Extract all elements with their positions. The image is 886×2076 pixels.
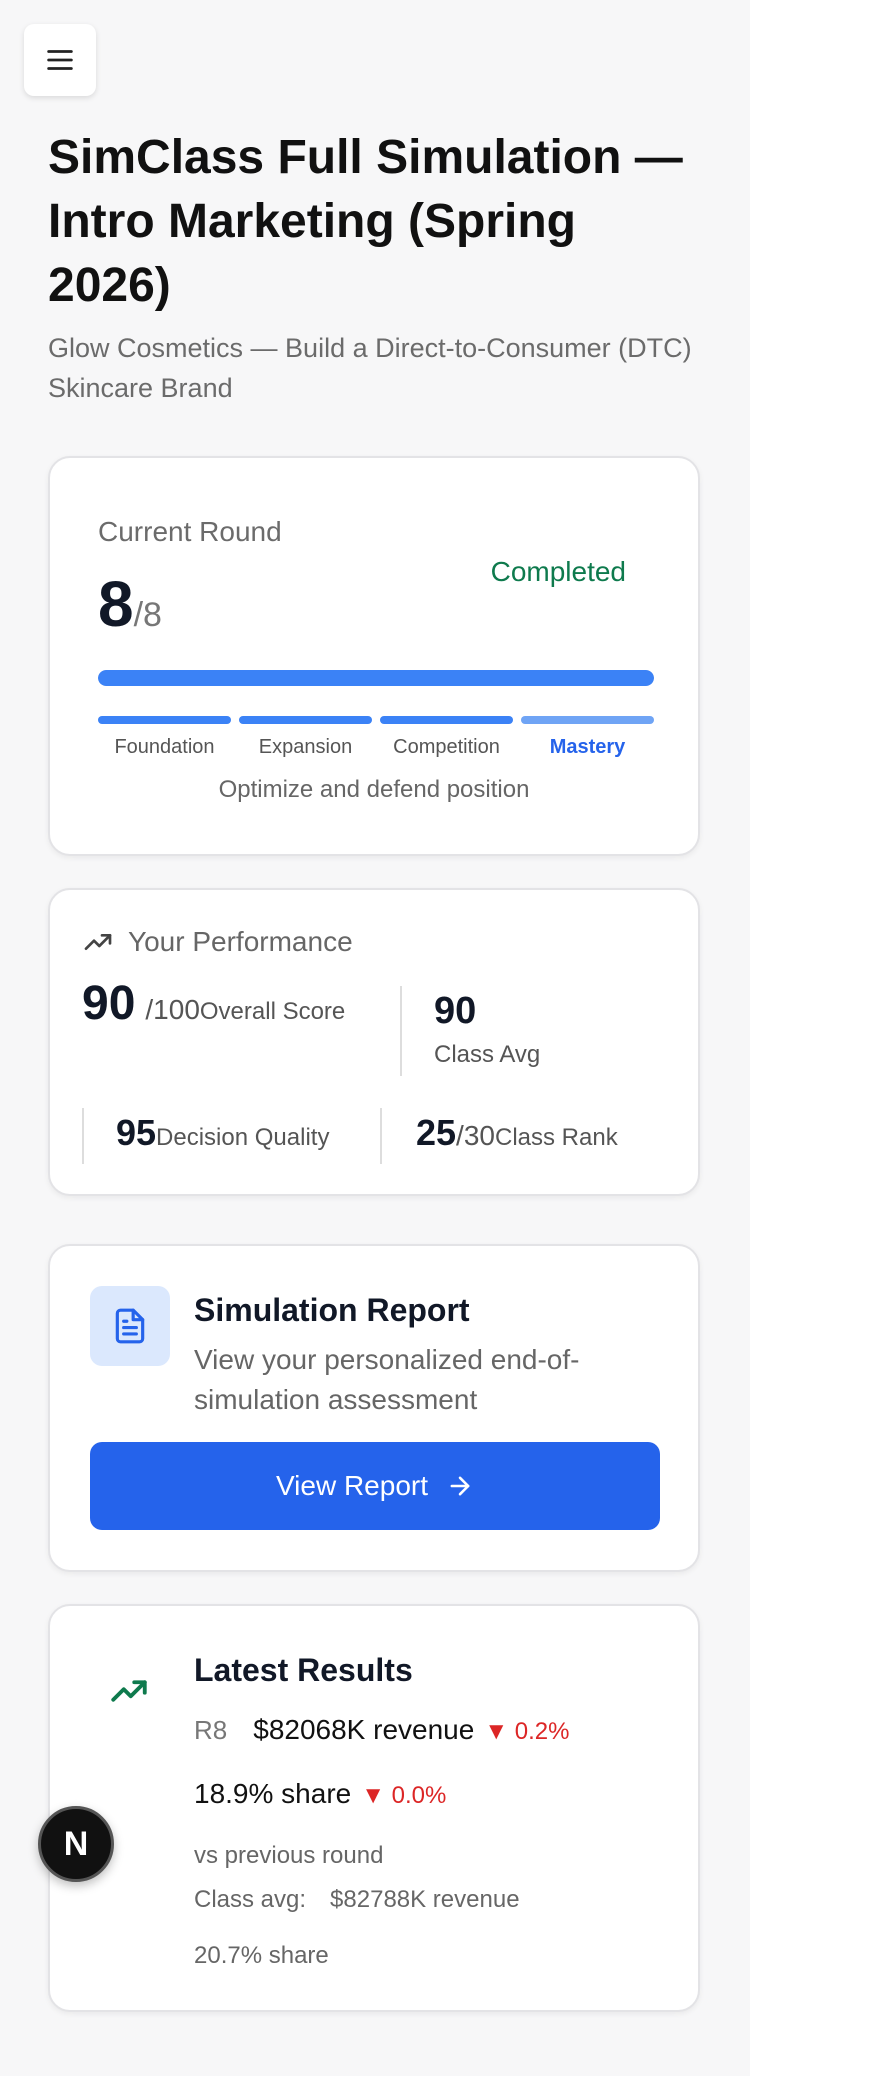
round-label: Current Round [98,516,282,547]
phase-bar [239,716,372,724]
phase-label: Foundation [114,736,215,758]
class-avg-revenue: $82788K revenue [330,1886,520,1913]
overall-score-label: Overall Score [199,998,346,1025]
decision-quality-label: Decision Quality [156,1124,330,1151]
divider [82,1108,84,1164]
menu-icon [47,50,73,70]
revenue-value: $82068K revenue [253,1714,475,1745]
report-icon-tile [90,1286,170,1366]
status-badge: Completed [490,556,626,587]
phase-mastery: Mastery [521,716,654,759]
phase-description: Optimize and defend position [218,776,530,803]
class-rank-label: Class Rank [494,1124,618,1151]
share-change: ▼ 0.0% [361,1782,447,1809]
performance-header: Your Performance [82,926,353,958]
results-title: Latest Results [194,1652,413,1688]
phase-competition: Competition [380,716,513,759]
page-subtitle: Glow Cosmetics — Build a Direct-to-Consu… [48,333,692,403]
page-title: SimClass Full Simulation — Intro Marketi… [48,131,683,312]
performance-heading: Your Performance [128,926,353,957]
main-panel: SimClass Full Simulation — Intro Marketi… [0,0,750,2076]
class-rank-total: /30 [456,1120,495,1151]
comparison-note: vs previous round [194,1842,383,1870]
view-report-label: View Report [275,1470,428,1501]
phase-label: Mastery [549,736,626,758]
phase-steps: Foundation Expansion Competition Mastery [98,716,654,759]
comparison-note-text: vs previous round [194,1842,384,1869]
class-avg-label: Class Avg [434,1041,541,1068]
class-avg-row: Class avg: $82788K revenue [194,1886,520,1914]
document-icon [115,1308,145,1344]
round-progress-bar [98,670,654,686]
round-progress-fill [98,670,654,686]
view-report-button[interactable]: View Report [90,1442,660,1530]
latest-results-card: Latest Results R8 $82068K revenue ▼ 0.2%… [48,1604,700,2012]
n-badge-button[interactable]: N [38,1806,114,1882]
share-value: 18.9% share [194,1778,352,1809]
class-rank-value: 25 [416,1112,457,1153]
class-avg: 90 Class Avg [434,990,540,1069]
phase-bar [521,716,654,724]
arrow-right-icon [450,1476,470,1496]
class-avg-label: Class avg: [194,1886,307,1913]
round-card: Current Round 8/8 Completed Foundation E… [48,456,700,856]
results-revenue-row: R8 $82068K revenue ▼ 0.2% [194,1714,569,1746]
class-avg-share-row: 20.7% share [194,1942,329,1970]
revenue-change: ▼ 0.2% [484,1718,570,1745]
class-rank: 25 /30 Class Rank [416,1112,618,1154]
overall-score-value: 90 [82,977,136,1030]
performance-card: Your Performance 90 /100 Overall Score 9… [48,888,700,1196]
class-avg-value: 90 [434,990,477,1032]
phase-expansion: Expansion [239,716,372,759]
phase-bar [380,716,513,724]
decision-quality-value: 95 [116,1112,157,1153]
overall-score: 90 /100 Overall Score [82,976,345,1031]
divider [400,986,402,1076]
phase-bar [98,716,231,724]
round-tag: R8 [194,1715,228,1745]
trending-up-icon [111,1680,147,1702]
phase-label: Competition [393,736,500,758]
phase-label: Expansion [258,736,353,758]
round-number: 8/8 [98,564,162,655]
report-title: Simulation Report [194,1292,470,1328]
class-avg-share: 20.7% share [194,1942,329,1969]
phase-foundation: Foundation [98,716,231,759]
divider [380,1108,382,1164]
decision-quality: 95 Decision Quality [116,1112,329,1154]
overall-score-max: /100 [145,994,200,1025]
results-share-row: 18.9% share ▼ 0.0% [194,1778,446,1810]
trending-up-icon [84,934,112,950]
report-card: Simulation Report View your personalized… [48,1244,700,1572]
round-current: 8 [98,568,134,640]
round-total: /8 [133,596,162,634]
menu-button[interactable] [24,24,96,96]
report-description: View your personalized end-of-simulation… [194,1344,580,1415]
